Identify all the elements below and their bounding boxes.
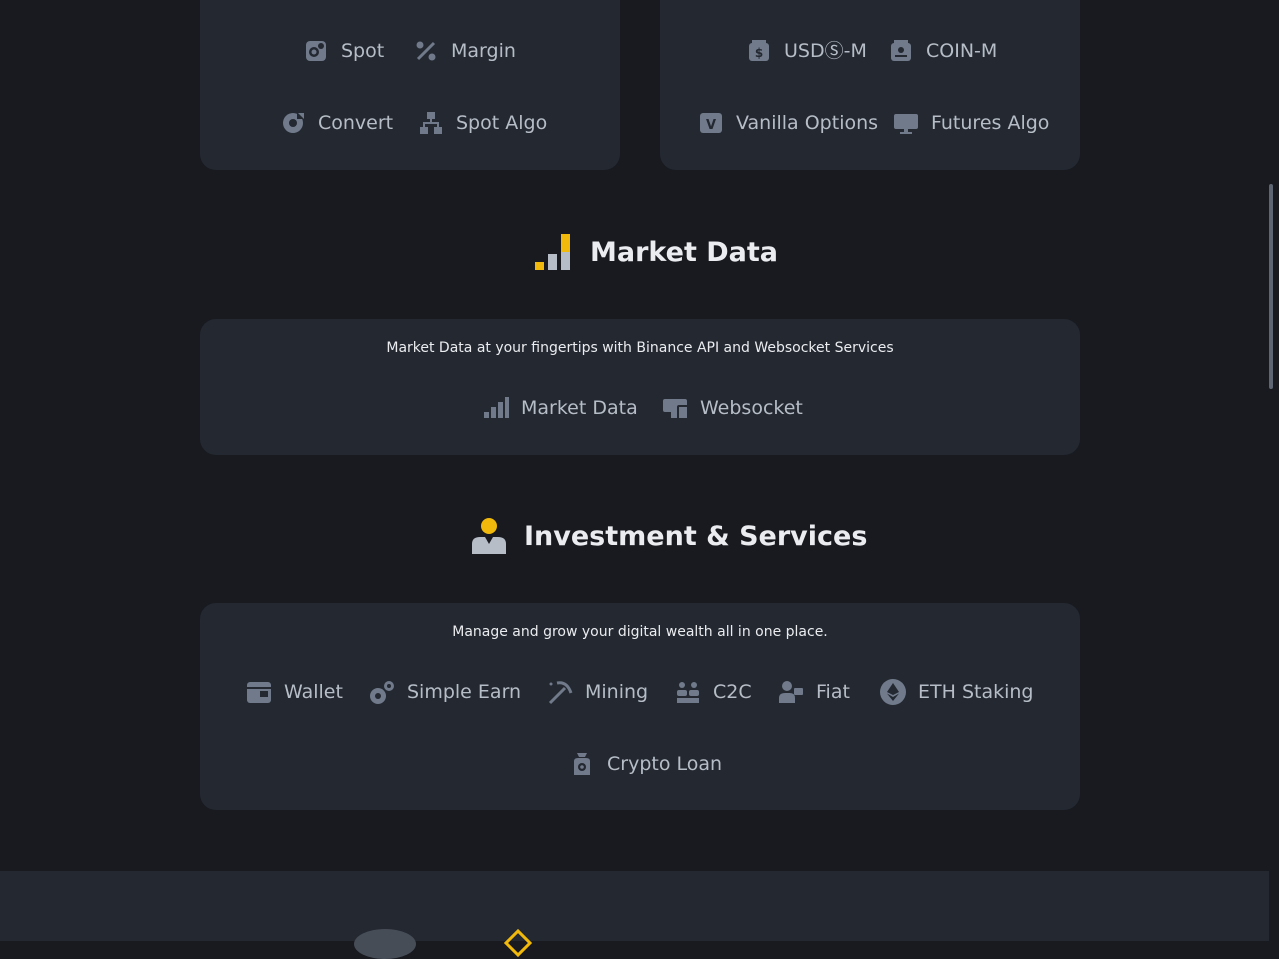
market-data-link[interactable]: Market Data [483, 394, 638, 422]
futures-algo-icon [894, 114, 918, 134]
market-data-title: Market Data [590, 236, 779, 268]
coin-m-icon [891, 40, 911, 61]
spot-algo-label: Spot Algo [456, 112, 548, 134]
footer [0, 871, 1269, 959]
spot-algo-icon [420, 112, 442, 134]
coin-m-link[interactable]: COIN-M [888, 37, 997, 65]
market-data-link-label: Market Data [521, 397, 638, 419]
investment-description: Manage and grow your digital wealth all … [452, 624, 828, 640]
vanilla-options-icon: V [700, 113, 722, 133]
crypto-loan-label: Crypto Loan [607, 753, 723, 775]
fiat-icon [779, 681, 803, 703]
simple-earn-icon [370, 681, 394, 704]
margin-link[interactable]: Margin [413, 37, 516, 65]
eth-staking-label: ETH Staking [918, 681, 1034, 703]
crypto-loan-link[interactable]: Crypto Loan [569, 750, 722, 778]
svg-text:V: V [706, 118, 716, 133]
spot-trading-card: Spot Margin Convert Spot Algo [200, 0, 620, 170]
fiat-label: Fiat [816, 681, 850, 703]
investment-section-icon [472, 518, 506, 554]
usds-m-label: USDⓈ-M [784, 40, 867, 62]
vanilla-options-link[interactable]: V Vanilla Options [698, 109, 878, 137]
convert-label: Convert [318, 112, 394, 134]
simple-earn-label: Simple Earn [407, 681, 522, 703]
websocket-icon [663, 399, 688, 420]
mining-link[interactable]: Mining [547, 678, 648, 706]
market-data-heading: Market Data [534, 232, 778, 272]
market-data-section-icon [535, 234, 570, 270]
crypto-loan-icon [574, 753, 590, 775]
websocket-link-label: Websocket [700, 397, 803, 419]
mining-icon [548, 681, 573, 705]
usds-m-icon: $ [749, 40, 769, 61]
futures-trading-card: $ USDⓈ-M COIN-M V Vanilla Options Future… [660, 0, 1080, 170]
futures-algo-label: Futures Algo [931, 112, 1050, 134]
margin-label: Margin [451, 40, 516, 62]
wallet-link[interactable]: Wallet [246, 678, 343, 706]
market-data-description: Market Data at your fingertips with Bina… [386, 340, 894, 356]
binance-logo-icon [503, 928, 533, 958]
c2c-icon [677, 682, 699, 703]
footer-logo-left [354, 929, 416, 959]
convert-icon [283, 112, 304, 133]
futures-algo-link[interactable]: Futures Algo [893, 109, 1049, 137]
simple-earn-link[interactable]: Simple Earn [369, 678, 521, 706]
spot-label: Spot [341, 40, 385, 62]
eth-staking-link[interactable]: ETH Staking [880, 678, 1033, 706]
c2c-label: C2C [713, 681, 752, 703]
investment-heading: Investment & Services [468, 516, 867, 556]
spot-algo-link[interactable]: Spot Algo [418, 109, 547, 137]
mining-label: Mining [585, 681, 649, 703]
bar-chart-icon [484, 397, 509, 418]
spot-link[interactable]: Spot [303, 37, 384, 65]
investment-title: Investment & Services [524, 520, 868, 552]
wallet-icon [247, 682, 271, 703]
coin-m-label: COIN-M [926, 40, 998, 62]
eth-icon [880, 679, 906, 705]
fiat-link[interactable]: Fiat [778, 678, 850, 706]
page-scrollbar[interactable] [1269, 184, 1273, 389]
vanilla-options-label: Vanilla Options [736, 112, 879, 134]
usds-m-link[interactable]: $ USDⓈ-M [746, 37, 867, 65]
market-data-card: Market Data at your fingertips with Bina… [200, 319, 1080, 455]
spot-icon [306, 41, 326, 61]
svg-text:$: $ [755, 46, 763, 60]
convert-link[interactable]: Convert [280, 109, 393, 137]
wallet-label: Wallet [284, 681, 343, 703]
investment-card: Manage and grow your digital wealth all … [200, 603, 1080, 810]
websocket-link[interactable]: Websocket [662, 394, 803, 422]
c2c-link[interactable]: C2C [675, 678, 752, 706]
margin-icon [416, 41, 436, 61]
